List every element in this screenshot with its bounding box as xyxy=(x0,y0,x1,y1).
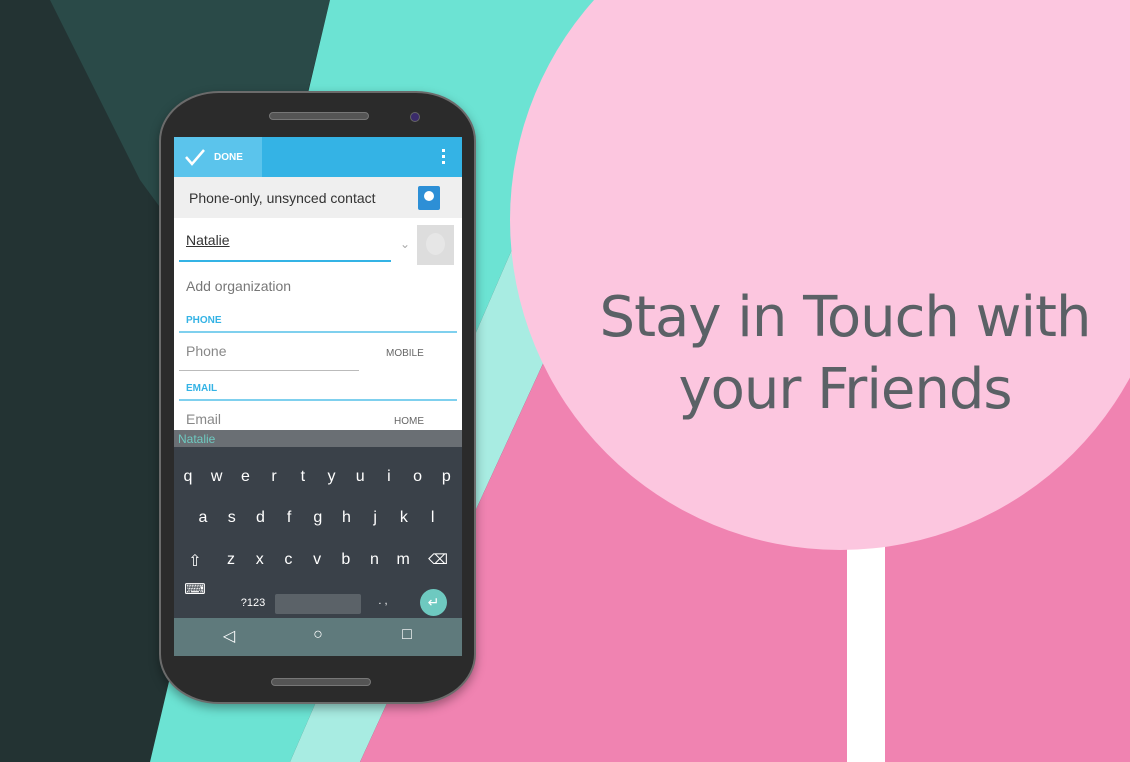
key-b[interactable]: b xyxy=(341,551,350,569)
space-key[interactable] xyxy=(275,594,361,614)
key-i[interactable]: i xyxy=(387,468,391,486)
contact-photo[interactable] xyxy=(417,225,454,265)
suggestion-bar[interactable]: Natalie xyxy=(174,430,462,447)
phone-section-label: PHONE xyxy=(186,315,222,326)
key-p[interactable]: p xyxy=(442,468,451,486)
checkmark-icon xyxy=(185,149,205,166)
navigation-bar: ◁ ○ □ xyxy=(174,618,462,656)
back-icon[interactable]: ◁ xyxy=(223,626,235,646)
key-s[interactable]: s xyxy=(228,509,236,527)
name-underline xyxy=(179,260,391,262)
contact-card-icon xyxy=(418,186,440,210)
home-icon[interactable]: ○ xyxy=(313,626,323,644)
key-h[interactable]: h xyxy=(342,509,351,527)
backspace-icon[interactable]: ⌫ xyxy=(428,551,448,568)
email-input[interactable]: Email xyxy=(186,411,221,427)
key-t[interactable]: t xyxy=(301,468,305,486)
key-v[interactable]: v xyxy=(313,551,321,569)
email-type-select[interactable]: HOME xyxy=(394,416,424,427)
key-r[interactable]: r xyxy=(271,468,276,486)
key-q[interactable]: q xyxy=(184,468,193,486)
key-c[interactable]: c xyxy=(284,551,292,569)
key-f[interactable]: f xyxy=(287,509,291,527)
key-u[interactable]: u xyxy=(356,468,365,486)
camera xyxy=(410,112,420,122)
divider xyxy=(179,399,457,401)
key-z[interactable]: z xyxy=(227,551,235,569)
done-button[interactable]: DONE xyxy=(174,137,262,177)
enter-key[interactable]: ↵ xyxy=(420,589,447,616)
speaker xyxy=(269,112,369,120)
phone-input[interactable]: Phone xyxy=(186,343,226,359)
headline: Stay in Touch with your Friends xyxy=(560,282,1130,426)
key-m[interactable]: m xyxy=(397,551,410,569)
keyboard: ⌨ ?123 . , ↵ ⇧ ⌫ qwe r t y u i o p a s d f g h j k l z x c v… xyxy=(174,447,462,618)
account-header: Phone-only, unsynced contact xyxy=(174,177,462,218)
recents-icon[interactable]: □ xyxy=(402,626,412,644)
key-n[interactable]: n xyxy=(370,551,379,569)
phone-device: DONE Phone-only, unsynced contact Natali… xyxy=(159,91,476,704)
key-y[interactable]: y xyxy=(328,468,336,486)
bottom-speaker xyxy=(271,678,371,686)
punctuation-key[interactable]: . , xyxy=(378,595,387,607)
name-input[interactable]: Natalie xyxy=(186,232,230,248)
email-section-label: EMAIL xyxy=(186,383,218,394)
phone-screen: DONE Phone-only, unsynced contact Natali… xyxy=(174,137,462,656)
key-e[interactable]: e xyxy=(241,468,250,486)
lollipop-stick xyxy=(847,540,885,762)
key-w[interactable]: w xyxy=(211,468,223,486)
phone-type-select[interactable]: MOBILE xyxy=(386,348,424,359)
action-bar: DONE xyxy=(174,137,462,177)
suggestion[interactable]: Natalie xyxy=(178,432,215,446)
key-k[interactable]: k xyxy=(400,509,408,527)
overflow-menu-icon[interactable] xyxy=(442,149,446,167)
key-j[interactable]: j xyxy=(373,509,377,527)
key-x[interactable]: x xyxy=(256,551,264,569)
keyboard-switch-icon[interactable]: ⌨ xyxy=(184,580,206,598)
key-a[interactable]: a xyxy=(199,509,208,527)
organization-input[interactable]: Add organization xyxy=(186,278,291,294)
key-g[interactable]: g xyxy=(313,509,322,527)
symbols-key[interactable]: ?123 xyxy=(241,597,265,609)
shift-icon[interactable]: ⇧ xyxy=(188,551,201,571)
key-o[interactable]: o xyxy=(413,468,422,486)
divider xyxy=(179,331,457,333)
account-label: Phone-only, unsynced contact xyxy=(189,190,376,206)
key-d[interactable]: d xyxy=(256,509,265,527)
headline-line2: your Friends xyxy=(678,357,1012,422)
key-l[interactable]: l xyxy=(431,509,435,527)
done-label: DONE xyxy=(214,151,243,163)
headline-line1: Stay in Touch with xyxy=(599,285,1092,350)
divider xyxy=(179,370,359,371)
chevron-down-icon[interactable]: ⌄ xyxy=(400,237,410,251)
